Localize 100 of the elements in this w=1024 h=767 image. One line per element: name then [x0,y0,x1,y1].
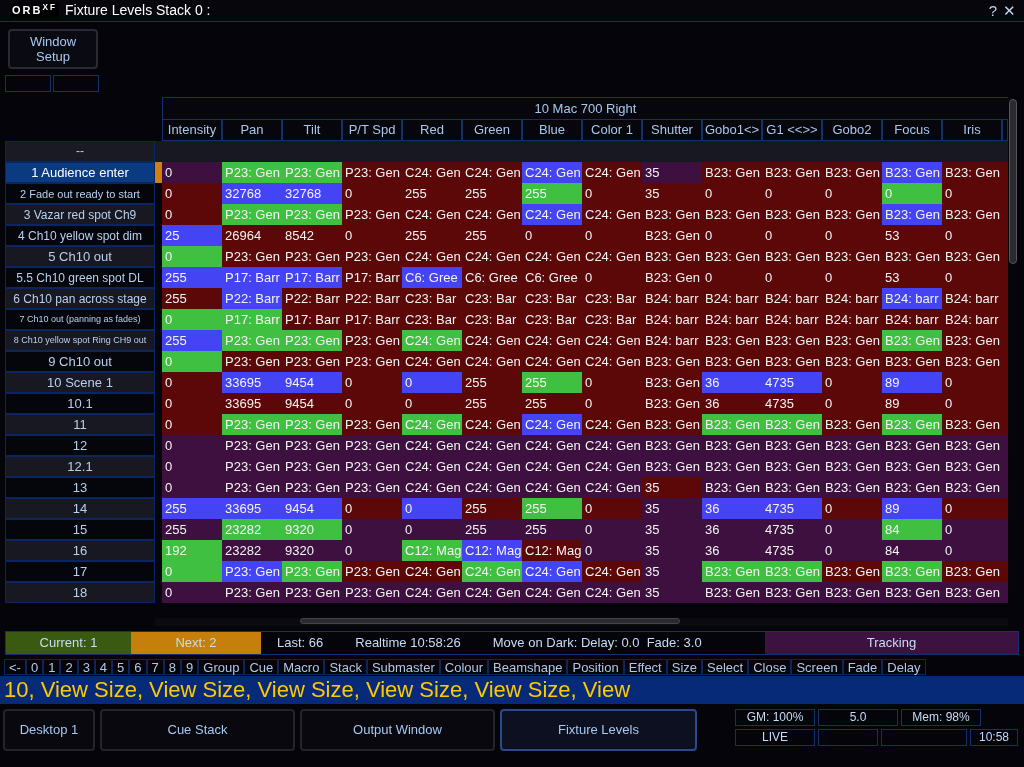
row-label[interactable]: 10.1 [5,393,155,414]
desktop-button[interactable]: Cue Stack [100,709,295,751]
table-cell-text: 255 [524,521,548,539]
key-button[interactable]: Screen [791,659,843,675]
row-label[interactable]: 17 [5,561,155,582]
window-setup-button[interactable]: Window Setup [8,29,98,69]
key-button[interactable]: Position [567,659,624,675]
table-cell-text: B23: Gen [644,353,701,371]
key-button[interactable]: Size [666,659,703,675]
table-cell-text: P17: Barr [344,311,401,329]
column-header: Gobo1<> [702,119,762,141]
row-label[interactable]: 13 [5,477,155,498]
table-cell: P17: Barr [222,267,282,288]
table-cell-text: C23: Bar [524,290,578,308]
key-button[interactable]: Fade [842,659,883,675]
row-label[interactable]: 1 Audience enter [5,162,155,183]
row-label[interactable]: 3 Vazar red spot Ch9 [5,204,155,225]
desktop-button[interactable]: Desktop 1 [3,709,95,751]
row-label[interactable]: 7 Ch10 out (panning as fades) [5,309,155,330]
row-label[interactable]: 5 Ch10 out [5,246,155,267]
table-cell: B23: Gen [882,414,942,435]
row-label[interactable]: 15 [5,519,155,540]
table-cell-text: 0 [944,395,954,413]
table-cell: 32768 [282,183,342,204]
info-box: GM: 100% [735,709,815,726]
table-cell-text: 0 [584,269,594,287]
table-cell-text: 0 [344,185,354,203]
row-label[interactable]: 11 [5,414,155,435]
key-button[interactable]: Select [702,659,749,675]
key-button[interactable]: Stack [324,659,367,675]
table-cell-text: 4735 [764,542,795,560]
row-label[interactable]: 12.1 [5,456,155,477]
row-label[interactable]: 2 Fade out ready to start [5,183,155,204]
table-cell-text: B23: Gen [644,416,701,434]
desktop-button[interactable]: Fixture Levels [500,709,697,751]
row-label[interactable]: 14 [5,498,155,519]
row-label[interactable]: -- [5,141,155,162]
table-cell: C12: Mag [522,540,582,561]
table-cell-text: B23: Gen [944,206,1001,224]
table-cell-text: 89 [884,395,901,413]
empty-box[interactable] [5,75,51,92]
table-cell-text: C24: Gen [464,437,522,455]
table-cell-text: B23: Gen [644,374,701,392]
table-cell: P23: Gen [282,561,342,582]
key-button[interactable]: Beamshape [488,659,568,675]
table-cell-text: P23: Gen [344,479,401,497]
table-cell-text: B23: Gen [704,164,761,182]
row-label[interactable]: 6 Ch10 pan across stage [5,288,155,309]
table-cell-text: C24: Gen [584,332,642,350]
table-cell-text: P23: Gen [284,479,341,497]
table-cell: 9320 [282,519,342,540]
table-cell-text: 255 [164,290,188,308]
table-cell-text: 8542 [284,227,315,245]
row-label[interactable]: 10 Scene 1 [5,372,155,393]
table-cell-text: P23: Gen [344,458,401,476]
key-button[interactable]: 1 [43,659,61,675]
table-cell-text: C23: Bar [584,290,638,308]
table-cell-text: C24: Gen [404,584,462,602]
horizontal-scrollbar[interactable] [300,618,680,624]
key-button[interactable]: 5 [112,659,130,675]
key-button[interactable]: 2 [60,659,78,675]
key-button[interactable]: Macro [278,659,325,675]
vertical-scrollbar[interactable] [1009,99,1017,264]
row-label[interactable]: 9 Ch10 out [5,351,155,372]
key-button[interactable]: Submaster [366,659,440,675]
table-cell-text: 4735 [764,521,795,539]
table-cell-text: P17: Barr [284,311,341,329]
table-cell-text: P23: Gen [344,437,401,455]
key-button[interactable]: <- [4,659,26,675]
help-button[interactable]: ? [988,1,997,20]
table-cell-text: B23: Gen [884,248,941,266]
table-cell-text: 0 [824,269,834,287]
key-button[interactable]: Delay [882,659,926,675]
desktop-button[interactable]: Output Window [300,709,495,751]
table-cell-text: 0 [404,521,414,539]
row-label[interactable]: 5.5 Ch10 green spot DL [5,267,155,288]
key-button[interactable]: Colour [439,659,489,675]
key-button[interactable]: 9 [181,659,199,675]
empty-box[interactable] [53,75,99,92]
key-button[interactable]: Group [198,659,245,675]
table-cell-text: B23: Gen [944,353,1001,371]
table-cell: P23: Gen [282,414,342,435]
table-cell-text: P23: Gen [224,479,281,497]
row-label[interactable]: 4 Ch10 yellow spot dim [5,225,155,246]
column-header: Tilt [282,119,342,141]
table-cell: 33695 [222,498,282,519]
row-label[interactable]: 8 Ch10 yellow spot Ring CH9 out [5,330,155,351]
close-button[interactable]: ✕ [1003,1,1016,20]
table-cell-text: B24: barr [704,290,760,308]
key-button[interactable]: Close [748,659,792,675]
row-label[interactable]: 18 [5,582,155,603]
table-cell-text: B23: Gen [884,437,941,455]
key-button[interactable]: Cue [244,659,279,675]
table-cell-text: 36 [704,542,721,560]
key-button[interactable]: Effect [623,659,667,675]
key-button[interactable]: 6 [129,659,147,675]
table-cell-text: B23: Gen [884,479,941,497]
row-label[interactable]: 12 [5,435,155,456]
table-cell: 84 [882,519,942,540]
row-label[interactable]: 16 [5,540,155,561]
